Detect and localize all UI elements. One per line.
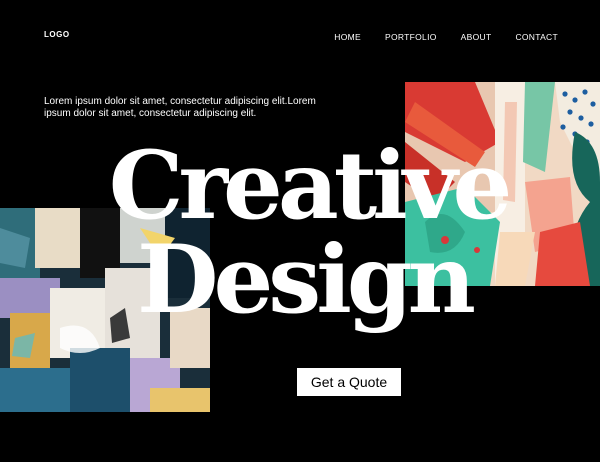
nav-home[interactable]: HOME — [334, 32, 361, 42]
nav-about[interactable]: ABOUT — [461, 32, 492, 42]
main-nav: HOME PORTFOLIO ABOUT CONTACT — [310, 32, 558, 42]
nav-portfolio[interactable]: PORTFOLIO — [385, 32, 437, 42]
intro-text: Lorem ipsum dolor sit amet, consectetur … — [44, 96, 316, 119]
hero-headline-line1: Creative — [108, 131, 513, 241]
logo[interactable]: LOGO — [44, 30, 70, 39]
landing-page: LOGO HOME PORTFOLIO ABOUT CONTACT Lorem … — [0, 0, 600, 462]
nav-contact[interactable]: CONTACT — [515, 32, 558, 42]
hero-headline-line2: Design — [136, 225, 476, 335]
get-a-quote-button[interactable]: Get a Quote — [297, 368, 401, 396]
